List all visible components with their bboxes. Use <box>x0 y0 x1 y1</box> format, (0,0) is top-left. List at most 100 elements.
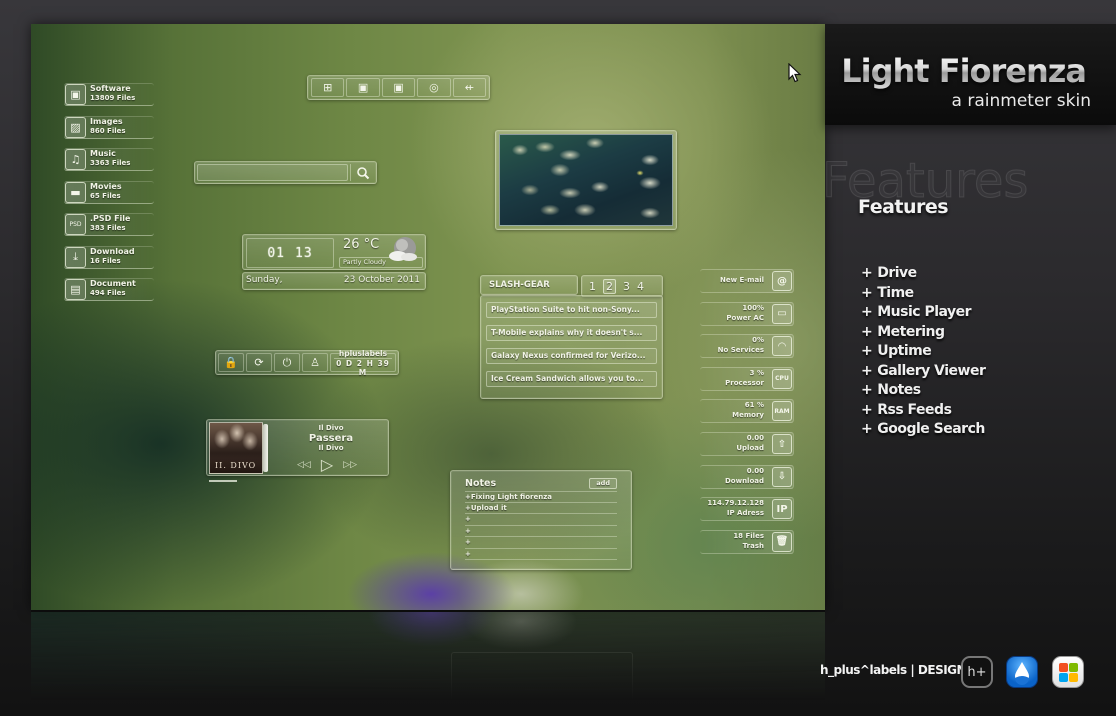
rss-headline-link[interactable]: Ice Cream Sandwich allows you to... <box>486 371 657 387</box>
drive-file-count: 13809 Files <box>90 94 136 102</box>
drive-item[interactable]: ♫ Music 3363 Files <box>64 147 154 172</box>
rss-headline-link[interactable]: T-Mobile explains why it doesn't s... <box>486 325 657 341</box>
note-line[interactable]: + <box>465 537 617 549</box>
gallery-photo[interactable] <box>499 134 673 226</box>
uptime-value: 0 D 2 H 39 M <box>334 357 392 377</box>
drive-item[interactable]: ▬ Movies 65 Files <box>64 180 154 205</box>
rss-page-3[interactable]: 3 <box>623 280 630 293</box>
software-icon: ▣ <box>65 84 86 105</box>
ram-icon[interactable]: RAM <box>772 401 792 422</box>
feature-label: Notes <box>877 382 921 398</box>
drive-icon: ▣ <box>393 81 404 94</box>
drive-file-count: 16 Files <box>90 256 121 265</box>
search-input[interactable] <box>197 164 348 181</box>
drive-file-count: 383 Files <box>90 224 126 232</box>
wifi-icon[interactable]: ◠ <box>772 336 792 357</box>
notes-widget: Notes add +Fixing Light fiorenza +Upload … <box>450 470 632 570</box>
meter-value: 3 % <box>749 368 764 377</box>
uptime-action-button[interactable]: ♙ <box>302 353 328 372</box>
feature-label: Uptime <box>877 343 932 359</box>
play-icon[interactable]: ▷ <box>321 455 333 474</box>
email-icon[interactable]: @ <box>772 271 792 291</box>
rss-page-1[interactable]: 1 <box>589 280 596 293</box>
note-line[interactable]: +Fixing Light fiorenza <box>465 491 617 503</box>
drive-item[interactable]: ▤ Document 494 Files <box>64 277 154 302</box>
user-icon: ♙ <box>310 356 320 369</box>
launcher-button[interactable]: ⊞ <box>311 78 345 97</box>
rss-headline-link[interactable]: PlayStation Suite to hit non-Sony... <box>486 302 657 318</box>
windows-logo-icon <box>1052 656 1084 688</box>
search-icon <box>356 166 369 179</box>
next-track-icon[interactable]: ▷▷ <box>343 460 357 470</box>
uptime-action-button[interactable]: 🔒 <box>218 353 244 372</box>
meter-value: 61 % <box>744 401 764 410</box>
hpluslabels-logo-icon: h+ <box>961 656 993 688</box>
temperature: 26 °C <box>343 237 380 252</box>
uptime-action-button[interactable]: ⏻ <box>274 353 300 372</box>
launcher-button[interactable]: ▣ <box>381 78 416 97</box>
disc-icon: ◎ <box>429 81 439 94</box>
uptime-action-button[interactable]: ⟳ <box>246 353 272 372</box>
plus-icon: + <box>861 382 873 398</box>
rss-headline-link[interactable]: Galaxy Nexus confirmed for Verizo... <box>486 348 657 364</box>
track-title: Passera <box>308 433 354 444</box>
track-progress-bar[interactable] <box>209 480 237 482</box>
feature-item: + Drive <box>861 264 985 284</box>
launcher-button[interactable]: ▣ <box>346 78 380 97</box>
cpu-icon[interactable]: CPU <box>772 368 792 389</box>
rainmeter-logo-icon <box>1006 656 1038 688</box>
note-line[interactable]: + <box>465 526 617 537</box>
album-cover-text: II. DIVO <box>215 461 257 470</box>
drive-item[interactable]: ⤓ Download 16 Files <box>64 245 154 270</box>
note-line[interactable]: + <box>465 549 617 560</box>
drive-name: Music <box>90 149 116 158</box>
trash-icon[interactable]: 🗑 <box>772 531 792 552</box>
drive-name: Movies <box>90 181 122 191</box>
drive-item[interactable]: ▨ Images 860 Files <box>64 115 154 140</box>
player-drawer-handle[interactable] <box>263 424 268 472</box>
rss-pagination: 1234 <box>581 275 663 297</box>
hpluslabels-logo-text: h+ <box>967 664 987 680</box>
previous-track-icon[interactable]: ◁◁ <box>297 460 311 470</box>
notes-add-button[interactable]: add <box>589 477 617 489</box>
drive-name: Download <box>90 246 135 256</box>
drive-file-count: 860 Files <box>90 126 126 135</box>
battery-icon[interactable]: ▭ <box>772 303 792 324</box>
drive-file-count: 65 Files <box>90 191 121 200</box>
meter-label: Memory <box>732 411 764 420</box>
search-button[interactable] <box>350 164 374 181</box>
feature-item: + Uptime <box>861 342 985 362</box>
system-meter-download: 0.00 Download ⇩ <box>700 464 794 490</box>
track-artist: Il Divo <box>318 444 344 452</box>
drive-name: Document <box>90 279 136 288</box>
music-player-widget: II. DIVO Il Divo Passera Il Divo ◁◁ ▷ ▷▷ <box>206 419 389 482</box>
note-line[interactable]: + <box>465 514 617 526</box>
rss-feed-list: PlayStation Suite to hit non-Sony... T-Mo… <box>480 295 663 399</box>
system-meter-memory: 61 % Memory RAM <box>700 398 794 424</box>
plus-icon: + <box>861 304 873 320</box>
meter-label: IP Adress <box>726 509 764 518</box>
brand-title: Light Fiorenza <box>841 52 1087 90</box>
download-arrow-icon[interactable]: ⇩ <box>772 466 792 487</box>
ip-icon[interactable]: IP <box>772 499 792 520</box>
plus-icon: + <box>861 343 873 359</box>
drive-item[interactable]: ▣ Software 13809 Files <box>64 82 154 107</box>
system-meter-upload: 0.00 Upload ⇧ <box>700 431 794 457</box>
rss-source-tab[interactable]: SLASH-GEAR <box>480 275 578 295</box>
feature-label: Metering <box>877 323 945 340</box>
date-bar: Sunday, 23 October 2011 <box>242 272 426 290</box>
feature-label: Drive <box>877 265 917 281</box>
note-line[interactable]: +Upload it <box>465 503 617 514</box>
document-icon: ▤ <box>65 279 86 300</box>
rss-page-4[interactable]: 4 <box>637 280 644 293</box>
drive-item[interactable]: PSD .PSD File 383 Files <box>64 212 154 237</box>
upload-icon[interactable]: ⇧ <box>772 434 792 454</box>
meter-label: Processor <box>725 378 764 387</box>
clock-display: 01 13 <box>246 238 334 268</box>
system-meter-power-ac: 100% Power AC ▭ <box>700 301 794 327</box>
launcher-button[interactable]: ◎ <box>417 78 451 97</box>
launcher-button[interactable]: ⇷ <box>452 78 487 97</box>
meter-label: No Services <box>717 346 764 355</box>
rss-page-2[interactable]: 2 <box>603 279 616 294</box>
meter-label: Power AC <box>726 313 764 322</box>
